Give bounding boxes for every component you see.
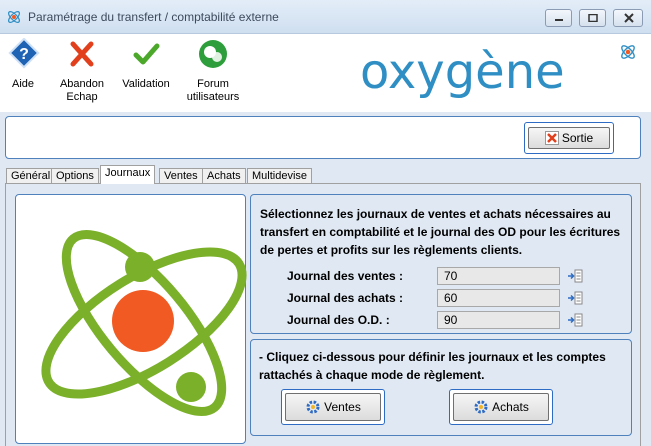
- validation-label: Validation: [122, 78, 170, 90]
- sortie-button-frame: Sortie: [524, 122, 614, 154]
- svg-text:oxygène: oxygène: [360, 44, 565, 100]
- maximize-icon: [588, 14, 598, 22]
- atom-image-panel: [15, 194, 247, 444]
- payment-modes-text: - Cliquez ci-dessous pour définir les jo…: [259, 350, 606, 382]
- app-atom-icon: [8, 11, 20, 23]
- svg-text:?: ?: [19, 46, 29, 63]
- sortie-button[interactable]: Sortie: [528, 127, 610, 149]
- tab-achats[interactable]: Achats: [202, 168, 246, 184]
- ventes-button-frame: Ventes: [281, 389, 385, 425]
- action-panel: Sortie: [5, 116, 641, 159]
- forum-button[interactable]: Forum utilisateurs: [178, 34, 248, 104]
- logo-atom-icon: [621, 45, 635, 59]
- tab-general[interactable]: Général: [6, 168, 56, 184]
- close-icon: [624, 13, 634, 23]
- toolbar: ? Aide Abandon Echap Validation Forum ut…: [0, 34, 651, 112]
- journal-od-field[interactable]: 90: [437, 311, 560, 329]
- close-button[interactable]: [613, 9, 643, 27]
- tab-multidevise[interactable]: Multidevise: [247, 168, 313, 184]
- abandon-button[interactable]: Abandon Echap: [47, 34, 117, 104]
- picker-icon[interactable]: [567, 313, 583, 327]
- title-bar: Paramétrage du transfert / comptabilité …: [0, 0, 651, 34]
- achats-label: Achats: [492, 400, 529, 414]
- journal-ventes-row: Journal des ventes : 70: [287, 267, 627, 285]
- close-icon: [544, 131, 559, 145]
- minimize-icon: [555, 19, 563, 21]
- journal-achats-label: Journal des achats :: [287, 291, 404, 305]
- journal-od-label: Journal des O.D. :: [287, 313, 390, 327]
- abandon-label-2: Echap: [66, 91, 98, 103]
- ventes-label: Ventes: [324, 400, 361, 414]
- oxygene-logo: oxygène: [360, 44, 635, 100]
- journals-intro: Sélectionnez les journaux de ventes et a…: [260, 207, 621, 257]
- validation-button[interactable]: Validation: [111, 34, 181, 91]
- picker-icon[interactable]: [567, 291, 583, 305]
- journal-achats-field[interactable]: 60: [437, 289, 560, 307]
- window-title: Paramétrage du transfert / comptabilité …: [28, 10, 279, 24]
- abandon-icon: [70, 41, 94, 67]
- forum-label-2: utilisateurs: [186, 91, 240, 103]
- achats-button-frame: Achats: [449, 389, 553, 425]
- tab-ventes[interactable]: Ventes: [159, 168, 203, 184]
- journal-od-row: Journal des O.D. : 90: [287, 311, 627, 329]
- journal-ventes-label: Journal des ventes :: [287, 269, 404, 283]
- maximize-button[interactable]: [579, 9, 606, 27]
- ventes-button[interactable]: Ventes: [285, 393, 381, 421]
- journal-ventes-field[interactable]: 70: [437, 267, 560, 285]
- atom-illustration: [41, 230, 247, 416]
- journals-panel: Sélectionnez les journaux de ventes et a…: [250, 194, 632, 334]
- minimize-button[interactable]: [545, 9, 572, 27]
- forum-icon: [199, 40, 227, 68]
- help-icon: ?: [8, 37, 40, 69]
- tab-options[interactable]: Options: [51, 168, 99, 184]
- tab-content-journaux: Sélectionnez les journaux de ventes et a…: [5, 183, 641, 446]
- journal-achats-row: Journal des achats : 60: [287, 289, 627, 307]
- tab-journaux[interactable]: Journaux: [100, 165, 156, 184]
- picker-icon[interactable]: [567, 269, 583, 283]
- validation-icon: [133, 43, 160, 65]
- gear-icon: [474, 400, 488, 414]
- gear-icon: [306, 400, 320, 414]
- payment-modes-panel: - Cliquez ci-dessous pour définir les jo…: [250, 339, 632, 436]
- forum-label-1: Forum: [197, 78, 229, 90]
- sortie-label: Sortie: [561, 131, 594, 145]
- achats-button[interactable]: Achats: [453, 393, 549, 421]
- abandon-label-1: Abandon: [59, 78, 105, 90]
